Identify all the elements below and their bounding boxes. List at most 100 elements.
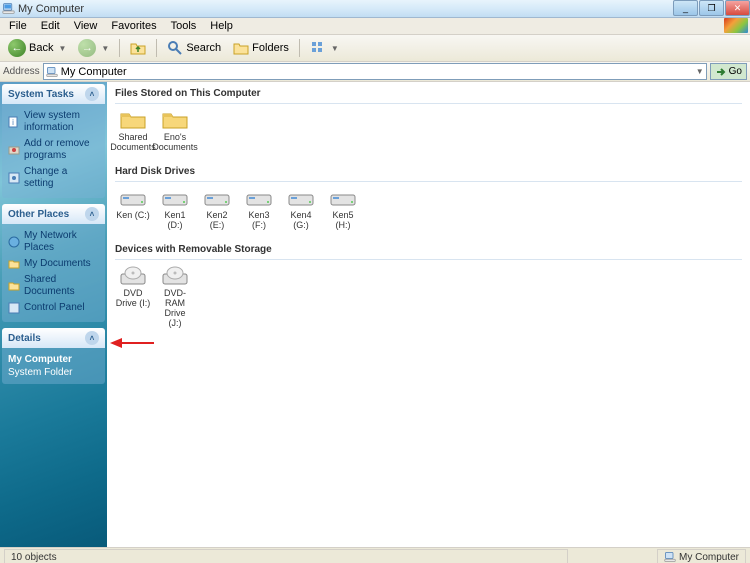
group-title: Devices with Removable Storage xyxy=(115,242,742,260)
views-button[interactable]: ▼ xyxy=(306,38,343,58)
item-label: Eno's Documents xyxy=(152,132,198,152)
forward-button[interactable]: → ▼ xyxy=(74,38,113,58)
go-arrow-icon xyxy=(715,66,727,78)
separator xyxy=(119,39,120,57)
menu-favorites[interactable]: Favorites xyxy=(104,19,163,33)
item-label: Ken2 (E:) xyxy=(199,210,235,230)
drive-c[interactable]: Ken (C:) xyxy=(115,188,151,230)
drive-e[interactable]: Ken2 (E:) xyxy=(199,188,235,230)
task-label: View system information xyxy=(24,110,99,134)
forward-arrow-icon: → xyxy=(78,39,96,57)
panel-title: Other Places xyxy=(8,209,69,220)
go-label: Go xyxy=(729,66,742,77)
task-label: Change a setting xyxy=(24,166,99,190)
maximize-button[interactable]: ❐ xyxy=(699,0,724,16)
chevron-down-icon[interactable]: ▼ xyxy=(58,44,66,53)
panel-title: System Tasks xyxy=(8,89,74,100)
task-view-system-info[interactable]: i View system information xyxy=(6,108,101,136)
hdd-icon xyxy=(119,188,147,208)
link-shared-documents[interactable]: Shared Documents xyxy=(6,272,101,300)
dvd-icon xyxy=(161,266,189,286)
drive-f[interactable]: Ken3 (F:) xyxy=(241,188,277,230)
menu-help[interactable]: Help xyxy=(203,19,240,33)
toolbar: ← Back ▼ → ▼ Search Folders ▼ xyxy=(0,35,750,62)
back-arrow-icon: ← xyxy=(8,39,26,57)
drive-d[interactable]: Ken1 (D:) xyxy=(157,188,193,230)
chevron-up-icon: ˄ xyxy=(85,207,99,221)
svg-text:i: i xyxy=(12,118,14,127)
back-label: Back xyxy=(29,42,53,54)
system-tasks-panel: System Tasks ˄ i View system information… xyxy=(0,84,107,198)
dvd-ram-drive-j[interactable]: DVD-RAM Drive (J:) xyxy=(157,266,193,328)
other-places-panel: Other Places ˄ My Network Places My Docu… xyxy=(0,204,107,322)
hdd-icon xyxy=(161,188,189,208)
search-icon xyxy=(167,40,183,56)
link-my-documents[interactable]: My Documents xyxy=(6,256,101,272)
statusbar: 10 objects My Computer xyxy=(0,547,750,563)
folders-icon xyxy=(233,40,249,56)
drive-g[interactable]: Ken4 (G:) xyxy=(283,188,319,230)
settings-icon xyxy=(8,172,20,184)
task-change-setting[interactable]: Change a setting xyxy=(6,164,101,192)
item-label: DVD-RAM Drive (J:) xyxy=(157,288,193,328)
network-icon xyxy=(8,236,20,248)
chevron-down-icon[interactable]: ▼ xyxy=(101,44,109,53)
menu-edit[interactable]: Edit xyxy=(34,19,67,33)
separator xyxy=(299,39,300,57)
hdd-icon xyxy=(329,188,357,208)
link-network-places[interactable]: My Network Places xyxy=(6,228,101,256)
menu-view[interactable]: View xyxy=(67,19,105,33)
status-location: My Computer xyxy=(657,549,746,563)
link-label: My Documents xyxy=(24,258,91,270)
drive-h[interactable]: Ken5 (H:) xyxy=(325,188,361,230)
menu-file[interactable]: File xyxy=(2,19,34,33)
main-view: Files Stored on This Computer Shared Doc… xyxy=(107,82,750,547)
folder-user-documents[interactable]: Eno's Documents xyxy=(157,110,193,152)
group-title: Hard Disk Drives xyxy=(115,164,742,182)
control-panel-icon xyxy=(8,302,20,314)
titlebar: My Computer _ ❐ ✕ xyxy=(0,0,750,18)
item-label: Ken5 (H:) xyxy=(325,210,361,230)
details-name: My Computer xyxy=(6,352,101,367)
folder-shared-documents[interactable]: Shared Documents xyxy=(115,110,151,152)
address-label: Address xyxy=(3,66,40,77)
hdd-icon xyxy=(203,188,231,208)
details-type: System Folder xyxy=(6,367,101,378)
details-header[interactable]: Details ˄ xyxy=(2,328,105,348)
go-button[interactable]: Go xyxy=(710,63,747,80)
other-places-header[interactable]: Other Places ˄ xyxy=(2,204,105,224)
folder-up-icon xyxy=(130,40,146,56)
address-bar: Address My Computer ▼ Go xyxy=(0,62,750,82)
folders-button[interactable]: Folders xyxy=(229,38,293,58)
minimize-button[interactable]: _ xyxy=(673,0,698,16)
group-removable: Devices with Removable Storage DVD Drive… xyxy=(107,238,750,336)
hdd-icon xyxy=(245,188,273,208)
folder-icon xyxy=(161,110,189,130)
close-button[interactable]: ✕ xyxy=(725,0,750,16)
computer-icon xyxy=(664,551,676,563)
status-loc-text: My Computer xyxy=(679,552,739,563)
task-add-remove-programs[interactable]: Add or remove programs xyxy=(6,136,101,164)
dvd-drive-i[interactable]: DVD Drive (I:) xyxy=(115,266,151,328)
menu-tools[interactable]: Tools xyxy=(164,19,204,33)
chevron-down-icon[interactable]: ▼ xyxy=(696,67,704,76)
window-controls: _ ❐ ✕ xyxy=(672,0,750,16)
link-label: Control Panel xyxy=(24,302,85,314)
item-label: Ken (C:) xyxy=(116,210,150,220)
back-button[interactable]: ← Back ▼ xyxy=(4,38,70,58)
system-tasks-body: i View system information Add or remove … xyxy=(2,104,105,198)
status-object-count: 10 objects xyxy=(4,549,568,563)
details-panel: Details ˄ My Computer System Folder xyxy=(0,328,107,384)
link-control-panel[interactable]: Control Panel xyxy=(6,300,101,316)
group-files-stored: Files Stored on This Computer Shared Doc… xyxy=(107,82,750,160)
content-area: System Tasks ˄ i View system information… xyxy=(0,82,750,547)
system-tasks-header[interactable]: System Tasks ˄ xyxy=(2,84,105,104)
search-button[interactable]: Search xyxy=(163,38,225,58)
chevron-down-icon[interactable]: ▼ xyxy=(331,44,339,53)
address-input[interactable]: My Computer ▼ xyxy=(43,63,707,80)
views-icon xyxy=(310,40,326,56)
status-text: 10 objects xyxy=(11,552,57,563)
windows-flag-icon xyxy=(724,18,748,33)
up-button[interactable] xyxy=(126,38,150,58)
shared-folder-icon xyxy=(8,280,20,292)
